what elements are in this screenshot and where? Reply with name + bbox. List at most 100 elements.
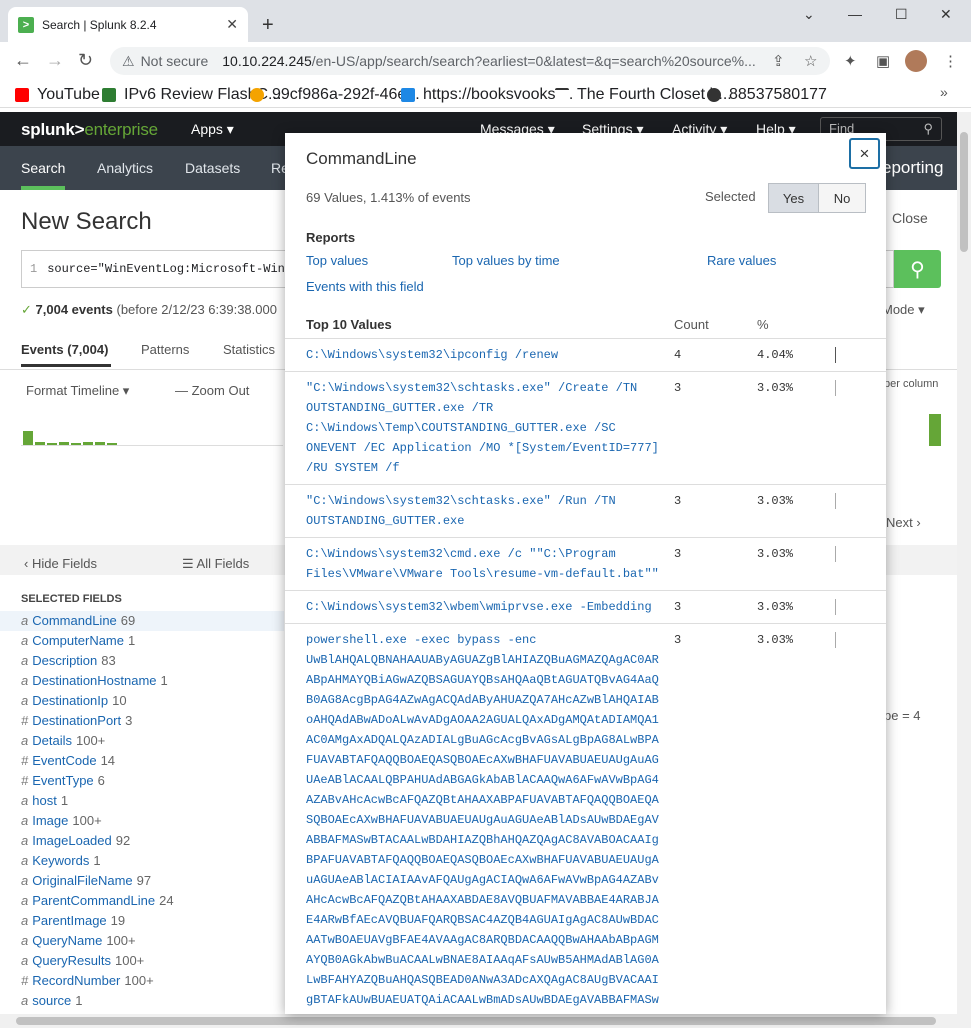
field-item[interactable]: a OriginalFileName 97 <box>0 871 284 891</box>
value-text[interactable]: powershell.exe -exec bypass -enc UwBlAHQ… <box>306 630 661 1014</box>
timeline-bar[interactable] <box>35 442 45 445</box>
field-item[interactable]: # RecordNumber 100+ <box>0 971 284 991</box>
browser-tab[interactable]: > Search | Splunk 8.2.4 ✕ <box>8 7 248 42</box>
field-item[interactable]: a Description 83 <box>0 651 284 671</box>
field-item[interactable]: a ParentImage 19 <box>0 911 284 931</box>
next-page-button[interactable]: Next › <box>886 515 921 530</box>
field-name[interactable]: Keywords <box>32 853 89 868</box>
top-values-link[interactable]: Top values <box>306 253 368 268</box>
field-item[interactable]: a QueryName 100+ <box>0 931 284 951</box>
apps-menu[interactable]: Apps ▾ <box>191 121 234 138</box>
events-with-field-link[interactable]: Events with this field <box>306 279 424 294</box>
rare-values-link[interactable]: Rare values <box>707 253 776 268</box>
top-values-by-time-link[interactable]: Top values by time <box>452 253 560 268</box>
search-submit-button[interactable]: ⚲ <box>894 250 941 288</box>
extensions-icon[interactable]: ✦ <box>844 52 857 70</box>
field-name[interactable]: DestinationIp <box>32 693 108 708</box>
timeline-bar[interactable] <box>59 442 69 445</box>
field-item[interactable]: # EventCode 14 <box>0 751 284 771</box>
field-item[interactable]: a Image 100+ <box>0 811 284 831</box>
timeline-bar[interactable] <box>71 443 81 445</box>
field-item[interactable]: a DestinationIp 10 <box>0 691 284 711</box>
field-item[interactable]: a ImageLoaded 92 <box>0 831 284 851</box>
field-item[interactable]: a CommandLine 69 <box>0 611 284 631</box>
bookmark-number[interactable]: 88537580177 <box>707 86 827 104</box>
bookmark-booksvooks[interactable]: https://booksvooks.... <box>401 86 573 104</box>
forward-icon[interactable]: → <box>46 50 64 71</box>
bookmarks-overflow-icon[interactable]: » <box>940 84 948 100</box>
value-row[interactable]: C:\Windows\system32\ipconfig /renew 4 4.04… <box>285 339 886 372</box>
tab-patterns[interactable]: Patterns <box>141 342 189 357</box>
scrollbar-thumb[interactable] <box>16 1017 936 1025</box>
field-name[interactable]: DestinationPort <box>32 713 121 728</box>
close-button[interactable]: × <box>849 138 880 169</box>
field-item[interactable]: # DestinationPort 3 <box>0 711 284 731</box>
bookmark-guid[interactable]: 99cf986a-292f-46e... <box>250 86 420 104</box>
field-item[interactable]: a ComputerName 1 <box>0 631 284 651</box>
field-name[interactable]: CommandLine <box>32 613 117 628</box>
timeline-bar[interactable] <box>47 443 57 445</box>
scrollbar-thumb[interactable] <box>960 132 968 252</box>
timeline-bar[interactable] <box>929 414 941 446</box>
field-item[interactable]: a source 1 <box>0 991 284 1011</box>
all-fields-button[interactable]: ☰ All Fields <box>182 556 249 572</box>
value-row[interactable]: powershell.exe -exec bypass -enc UwBlAHQ… <box>285 624 886 1014</box>
format-timeline-button[interactable]: Format Timeline ▾ <box>26 383 129 399</box>
timeline-chart[interactable] <box>21 412 283 446</box>
bookmark-fourth-closet[interactable]: The Fourth Closet b... <box>555 86 732 104</box>
hide-fields-button[interactable]: ‹ Hide Fields <box>24 556 97 571</box>
tab-events[interactable]: Events (7,004) <box>21 342 108 357</box>
field-item[interactable]: a QueryResults 100+ <box>0 951 284 971</box>
back-icon[interactable]: ← <box>14 50 32 71</box>
field-name[interactable]: QueryResults <box>32 953 111 968</box>
close-window-icon[interactable]: ✕ <box>940 6 952 23</box>
tab-analytics[interactable]: Analytics <box>97 160 153 176</box>
field-item[interactable]: a ParentCommandLine 24 <box>0 891 284 911</box>
field-name[interactable]: DestinationHostname <box>32 673 156 688</box>
field-name[interactable]: Image <box>32 813 68 828</box>
value-row[interactable]: C:\Windows\system32\wbem\wmiprvse.exe -E… <box>285 591 886 624</box>
minimize-icon[interactable]: ⌄ <box>803 6 815 23</box>
field-name[interactable]: EventCode <box>32 753 96 768</box>
value-row[interactable]: C:\Windows\system32\cmd.exe /c ""C:\Prog… <box>285 538 886 591</box>
vertical-scrollbar[interactable] <box>957 112 971 1014</box>
field-name[interactable]: ImageLoaded <box>32 833 112 848</box>
value-row[interactable]: "C:\Windows\system32\schtasks.exe" /Run … <box>285 485 886 538</box>
tab-search[interactable]: Search <box>21 160 65 176</box>
field-name[interactable]: source <box>32 993 71 1008</box>
address-bar[interactable]: ⚠ Not secure 10.10.224.245 /en-US/app/se… <box>110 47 830 75</box>
field-name[interactable]: EventType <box>32 773 93 788</box>
side-panel-icon[interactable]: ▣ <box>876 52 890 70</box>
value-text[interactable]: "C:\Windows\system32\schtasks.exe" /Crea… <box>306 378 661 478</box>
timeline-bar[interactable] <box>83 442 93 445</box>
minimize-window-icon[interactable]: — <box>848 6 862 22</box>
tab-statistics[interactable]: Statistics <box>223 342 275 357</box>
tab-close-icon[interactable]: ✕ <box>226 16 238 33</box>
value-row[interactable]: "C:\Windows\system32\schtasks.exe" /Crea… <box>285 372 886 485</box>
field-name[interactable]: RecordNumber <box>32 973 120 988</box>
zoom-out-button[interactable]: — Zoom Out <box>175 383 249 398</box>
search-input[interactable]: 1 source="WinEventLog:Microsoft-Wind <box>21 250 291 288</box>
splunk-logo[interactable]: splunk>enterprise <box>21 120 158 140</box>
value-text[interactable]: C:\Windows\system32\cmd.exe /c ""C:\Prog… <box>306 544 661 584</box>
bookmark-youtube[interactable]: YouTube <box>15 86 100 104</box>
menu-kebab-icon[interactable]: ⋮ <box>943 52 958 70</box>
field-name[interactable]: OriginalFileName <box>32 873 132 888</box>
field-name[interactable]: ParentCommandLine <box>32 893 155 908</box>
horizontal-scrollbar[interactable] <box>0 1014 971 1028</box>
field-name[interactable]: host <box>32 793 57 808</box>
field-item[interactable]: a DestinationHostname 1 <box>0 671 284 691</box>
value-text[interactable]: C:\Windows\system32\wbem\wmiprvse.exe -E… <box>306 597 661 617</box>
field-item[interactable]: # EventType 6 <box>0 771 284 791</box>
maximize-icon[interactable]: ☐ <box>895 6 908 23</box>
profile-avatar[interactable] <box>905 50 927 72</box>
selected-no-button[interactable]: No <box>818 183 866 213</box>
field-name[interactable]: ComputerName <box>32 633 124 648</box>
search-mode-dropdown[interactable]: Mode ▾ <box>882 302 925 318</box>
value-text[interactable]: "C:\Windows\system32\schtasks.exe" /Run … <box>306 491 661 531</box>
selected-yes-button[interactable]: Yes <box>768 183 819 213</box>
field-name[interactable]: QueryName <box>32 933 102 948</box>
tab-datasets[interactable]: Datasets <box>185 160 240 176</box>
star-icon[interactable]: ☆ <box>804 52 817 70</box>
new-tab-icon[interactable]: + <box>262 14 274 37</box>
